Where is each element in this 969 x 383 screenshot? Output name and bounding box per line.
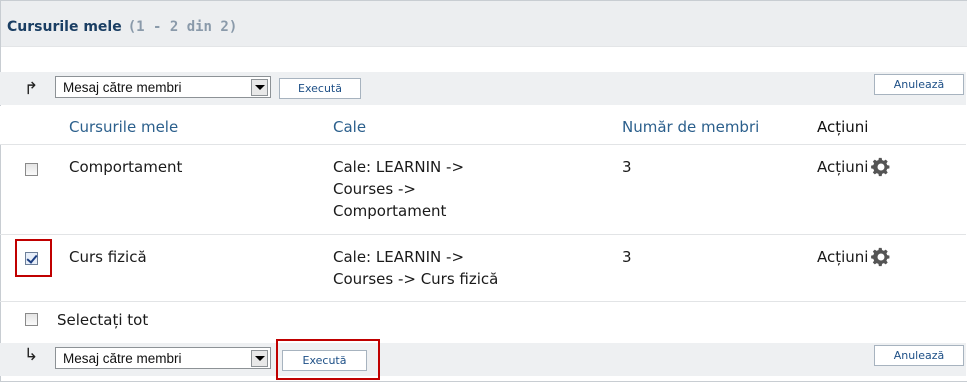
course-name[interactable]: Comportament	[69, 156, 182, 178]
member-count: 3	[622, 158, 632, 176]
table-row: Curs fizică Cale: LEARNIN -> Courses -> …	[0, 235, 966, 302]
column-header-actions: Acțiuni	[817, 118, 869, 136]
actions-menu[interactable]: Acțiuni	[817, 246, 892, 268]
table-header-row: Cursurile mele Cale Număr de membri Acți…	[0, 106, 966, 145]
course-path-line: Cale: LEARNIN ->	[333, 158, 465, 176]
member-count: 3	[622, 248, 632, 266]
actions-menu[interactable]: Acțiuni	[817, 156, 892, 178]
column-header-path[interactable]: Cale	[333, 116, 366, 138]
bulk-action-select-bottom[interactable]: Mesaj către membri	[55, 347, 271, 369]
course-path-line: Courses -> Curs fizică	[333, 270, 499, 288]
course-path-line: Comportament	[333, 202, 447, 220]
cancel-button-bottom[interactable]: Anulează	[874, 345, 964, 366]
panel-title: Cursurile mele	[7, 19, 122, 35]
bulk-action-toolbar-bottom: ↳ Mesaj către membri Execută Anulează	[0, 343, 966, 376]
highlight-box-checkbox	[15, 239, 52, 277]
table-row: Comportament Cale: LEARNIN -> Courses ->…	[0, 145, 966, 235]
course-path: Cale: LEARNIN -> Courses -> Comportament	[333, 156, 464, 222]
actions-label: Acțiuni	[817, 248, 869, 266]
panel-header: Cursurile mele (1 - 2 din 2)	[1, 1, 967, 47]
bulk-action-select-value: Mesaj către membri	[63, 79, 182, 95]
cancel-button-top[interactable]: Anulează	[874, 74, 964, 95]
bulk-action-select-top[interactable]: Mesaj către membri	[55, 76, 271, 98]
bulk-action-toolbar-top: ↱ Mesaj către membri Execută Anulează	[0, 72, 966, 105]
select-all-label[interactable]: Selectați tot	[57, 311, 148, 329]
column-header-courses[interactable]: Cursurile mele	[69, 116, 178, 138]
actions-label: Acțiuni	[817, 158, 869, 176]
gear-icon[interactable]	[870, 246, 892, 268]
execute-button-top[interactable]: Execută	[279, 78, 361, 99]
bulk-action-select-value: Mesaj către membri	[63, 350, 182, 366]
column-header-members[interactable]: Număr de membri	[622, 116, 759, 138]
course-name[interactable]: Curs fizică	[69, 246, 147, 268]
course-path-line: Courses ->	[333, 180, 416, 198]
chevron-down-icon[interactable]	[251, 78, 268, 96]
highlight-box-execute	[276, 339, 380, 380]
corner-arrow-icon: ↱	[24, 79, 39, 99]
corner-arrow-icon: ↳	[24, 345, 39, 365]
select-all-row: Selectați tot	[0, 302, 966, 342]
select-all-checkbox[interactable]	[25, 313, 38, 326]
row-checkbox[interactable]	[25, 163, 38, 176]
course-path-line: Cale: LEARNIN ->	[333, 248, 465, 266]
chevron-down-icon[interactable]	[251, 349, 268, 367]
course-path: Cale: LEARNIN -> Courses -> Curs fizică	[333, 246, 498, 290]
result-count: (1 - 2 din 2)	[127, 19, 238, 35]
gear-icon[interactable]	[870, 156, 892, 178]
